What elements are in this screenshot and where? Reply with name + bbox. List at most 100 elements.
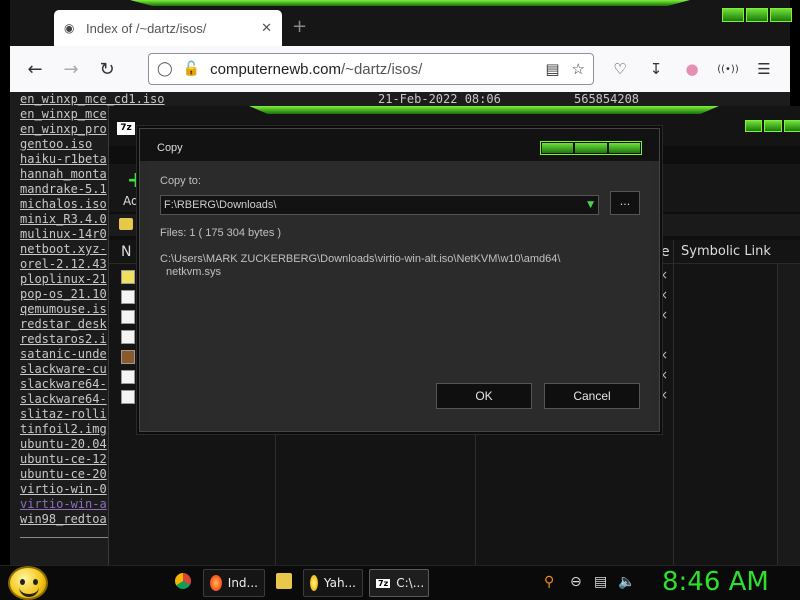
network-icon[interactable]: ▤ — [594, 574, 607, 590]
bookmark-star-icon[interactable]: ☆ — [572, 60, 585, 78]
image-file-icon[interactable] — [121, 350, 135, 364]
extension-icon[interactable]: ((•)) — [716, 54, 740, 84]
file-link[interactable]: mulinux-14r0 — [20, 227, 107, 241]
folder-up-icon[interactable] — [119, 218, 133, 230]
file-link[interactable]: orel-2.12.43 — [20, 257, 107, 271]
list-item: satanic-unde — [20, 347, 110, 362]
copy-to-combobox[interactable]: F:\RBERG\Downloads\ ▼ — [160, 195, 599, 215]
file-link[interactable]: slackware64- — [20, 392, 107, 406]
list-item: slackware64- — [20, 377, 110, 392]
file-link[interactable]: ubuntu-ce-12 — [20, 452, 107, 466]
close-tab-icon[interactable]: ✕ — [261, 21, 272, 36]
dialog-close-button[interactable] — [608, 143, 640, 153]
file-link[interactable]: ploplinux-21 — [20, 272, 107, 286]
file-link[interactable]: minix_R3.4.0 — [20, 212, 107, 226]
dialog-minimize-button[interactable] — [542, 143, 574, 153]
file-link[interactable]: virtio-win-a — [20, 497, 107, 511]
file-link[interactable]: en_winxp_mce — [20, 107, 107, 121]
col-symlink-header[interactable]: Symbolic Link — [681, 244, 771, 259]
browse-button[interactable]: ... — [610, 191, 640, 215]
maximize-button[interactable] — [764, 120, 782, 132]
list-item: virtio-win-0 — [20, 482, 110, 497]
file-icon[interactable] — [121, 370, 135, 384]
maximize-button[interactable] — [746, 8, 768, 22]
file-link[interactable]: mandrake-5.1 — [20, 182, 107, 196]
file-link[interactable]: ubuntu-20.04 — [20, 437, 107, 451]
list-item: en_winxp_pro — [20, 122, 110, 137]
dialog-maximize-button[interactable] — [575, 143, 607, 153]
pocket-icon[interactable]: ♡ — [608, 54, 632, 84]
address-bar[interactable]: ◯ 🔓 computernewb.com/~dartz/isos/ ▤ ☆ — [148, 53, 594, 85]
source-path-line1: C:\Users\MARK ZUCKERBERG\Downloads\virti… — [160, 253, 561, 265]
list-item: tinfoil2.img — [20, 422, 110, 437]
copy-to-value[interactable]: F:\RBERG\Downloads\ — [164, 199, 276, 211]
file-link[interactable]: ubuntu-ce-20 — [20, 467, 107, 481]
reader-view-icon[interactable]: ▤ — [545, 60, 559, 78]
close-button[interactable] — [770, 8, 792, 22]
list-item: ubuntu-ce-12 — [20, 452, 110, 467]
taskbar: Ind... Yah... 7z C:\... ⚲ ⊖ ▤ 🔈 8:46 AM — [0, 565, 800, 600]
file-link[interactable]: gentoo.iso — [20, 137, 92, 151]
file-icon[interactable] — [121, 290, 135, 304]
file-link[interactable]: win98_redtoa — [20, 512, 107, 526]
file-link[interactable]: hannah_monta — [20, 167, 107, 181]
add-button-label[interactable]: Ad — [123, 194, 139, 208]
file-link[interactable]: slitaz-rolli — [20, 407, 107, 421]
list-item: pop-os_21.10 — [20, 287, 110, 302]
close-button[interactable] — [783, 120, 800, 132]
account-icon[interactable]: ● — [680, 54, 704, 84]
file-link[interactable]: en_winxp_pro — [20, 122, 107, 136]
file-link[interactable]: slackware64- — [20, 377, 107, 391]
file-icon[interactable] — [121, 310, 135, 324]
scrollbar[interactable] — [777, 264, 800, 566]
lock-icon[interactable]: 🔓 — [183, 61, 200, 77]
file-link[interactable]: redstaros2.i — [20, 332, 107, 346]
file-link[interactable]: haiku-r1beta — [20, 152, 107, 166]
minimize-button[interactable] — [722, 8, 744, 22]
back-button[interactable]: ← — [20, 54, 50, 84]
file-link[interactable]: tinfoil2.img — [20, 422, 107, 436]
start-button-smiley-icon[interactable] — [8, 566, 48, 600]
file-link[interactable]: michalos.iso — [20, 197, 107, 211]
browser-tab[interactable]: ◉ Index of /~dartz/isos/ ✕ — [54, 10, 282, 46]
file-icon[interactable] — [121, 330, 135, 344]
chrome-icon[interactable] — [175, 573, 191, 589]
archive-file-icon[interactable] — [121, 270, 135, 284]
taskbar-item-7zip[interactable]: 7z C:\... — [369, 569, 429, 597]
dropdown-arrow-icon[interactable]: ▼ — [587, 200, 594, 210]
clock[interactable]: 8:46 AM — [662, 567, 769, 597]
list-item: virtio-win-a — [20, 497, 110, 512]
shield-icon[interactable]: ◯ — [157, 61, 173, 77]
col-name-header[interactable]: N — [121, 244, 131, 260]
list-item: orel-2.12.43 — [20, 257, 110, 272]
new-tab-button[interactable]: + — [292, 16, 307, 37]
files-info: Files: 1 ( 175 304 bytes ) — [160, 227, 282, 239]
download-icon[interactable]: ↧ — [644, 54, 668, 84]
forward-button[interactable]: → — [56, 54, 86, 84]
search-icon[interactable]: ⚲ — [544, 574, 554, 590]
file-link[interactable]: slackware-cu — [20, 362, 107, 376]
col-attr-header[interactable]: e — [661, 244, 670, 260]
file-link[interactable]: en_winxp_mce_cd1.iso — [20, 92, 165, 107]
file-link[interactable]: redstar_desk — [20, 317, 107, 331]
reload-button[interactable]: ↻ — [92, 54, 122, 84]
file-link[interactable]: qemumouse.is — [20, 302, 107, 316]
minimize-button[interactable] — [745, 120, 763, 132]
file-link[interactable]: virtio-win-0 — [20, 482, 107, 496]
minus-circle-icon[interactable]: ⊖ — [570, 574, 582, 590]
file-icon[interactable] — [121, 390, 135, 404]
folder-icon[interactable] — [276, 573, 292, 589]
list-item: ubuntu-20.04 — [20, 437, 110, 452]
title-glow — [130, 0, 690, 6]
volume-icon[interactable]: 🔈 — [618, 574, 635, 590]
file-link[interactable]: satanic-unde — [20, 347, 107, 361]
menu-icon[interactable]: ☰ — [752, 54, 776, 84]
cancel-button[interactable]: Cancel — [544, 383, 640, 409]
page-icon: ◉ — [64, 21, 75, 35]
file-link[interactable]: pop-os_21.10 — [20, 287, 107, 301]
taskbar-item-yahoo[interactable]: Yah... — [303, 569, 363, 597]
ok-button[interactable]: OK — [436, 383, 532, 409]
taskbar-item-firefox[interactable]: Ind... — [203, 569, 265, 597]
file-link[interactable]: netboot.xyz- — [20, 242, 107, 256]
toolbar-right: ♡ ↧ ● ((•)) ☰ — [608, 54, 776, 84]
